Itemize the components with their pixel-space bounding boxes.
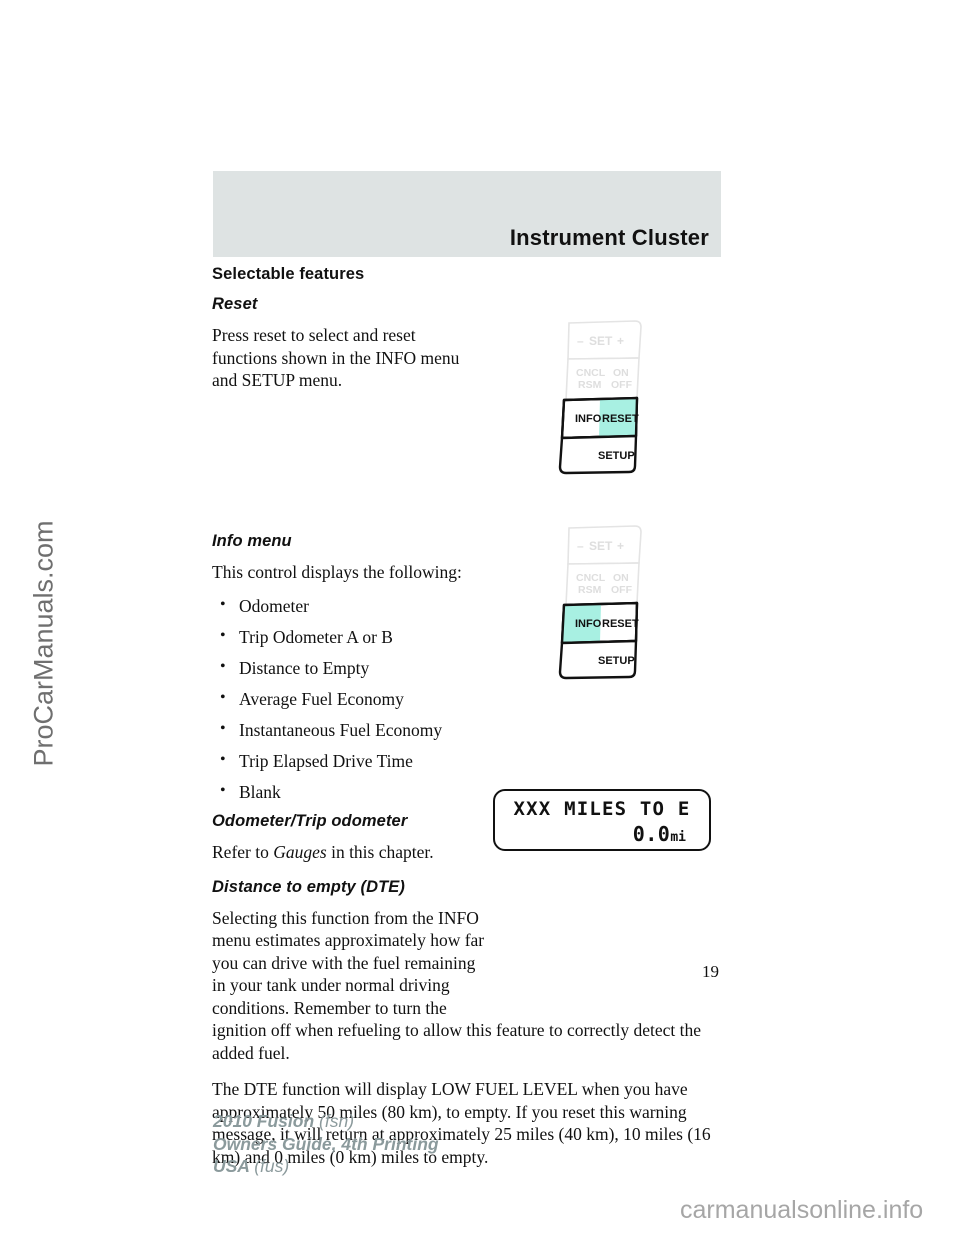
switch-label-info: INFO xyxy=(575,618,602,630)
switch-label-rsm: RSM xyxy=(578,584,602,596)
odometer-text-after: in this chapter. xyxy=(326,842,434,862)
chapter-title: Instrument Cluster xyxy=(509,225,709,250)
heading-dte: Distance to empty (DTE) xyxy=(212,877,405,896)
switch-label-on: ON xyxy=(613,572,629,584)
footer-market-code: (fus) xyxy=(254,1156,290,1176)
switch-label-setup: SETUP xyxy=(598,450,635,462)
footer-line-1: 2010 Fusion (fsn) xyxy=(213,1110,439,1133)
bottom-watermark: carmanualsonline.info xyxy=(680,1196,924,1224)
switch-label-setup: SETUP xyxy=(598,655,635,667)
paragraph-info-intro: This control displays the following: xyxy=(212,561,462,582)
list-item: Instantaneous Fuel Economy xyxy=(212,718,721,741)
lcd-display-illustration: XXX MILES TO E 0.0mi xyxy=(493,789,711,851)
lcd-unit: mi xyxy=(670,830,686,845)
manual-page: ProCarManuals.com carmanualsonline.info … xyxy=(0,0,960,1242)
switch-label-rsm: RSM xyxy=(578,379,602,391)
footer-line-3: USA (fus) xyxy=(213,1155,439,1178)
lcd-value: 0.0 xyxy=(632,822,671,846)
switch-label-reset: RESET xyxy=(602,413,639,425)
switch-illustration-info: – SET + CNCL RSM ON OFF INFO RESET SETUP xyxy=(551,523,671,683)
document-footer: 2010 Fusion (fsn) Owners Guide, 4th Prin… xyxy=(213,1110,439,1178)
footer-model: 2010 Fusion xyxy=(213,1111,315,1131)
switch-label-cncl: CNCL xyxy=(576,572,606,584)
odometer-text-before: Refer to xyxy=(212,842,274,862)
switch-label-off: OFF xyxy=(611,379,633,391)
footer-model-code: (fsn) xyxy=(319,1111,355,1131)
list-item: Average Fuel Economy xyxy=(212,687,721,710)
switch-label-plus: + xyxy=(617,334,624,348)
switch-label-reset: RESET xyxy=(602,618,639,630)
side-watermark: ProCarManuals.com xyxy=(28,520,59,767)
switch-label-off: OFF xyxy=(611,584,633,596)
footer-market: USA xyxy=(213,1156,250,1176)
heading-selectable-features: Selectable features xyxy=(212,265,365,283)
switch-label-on: ON xyxy=(613,367,629,379)
switch-label-info: INFO xyxy=(575,413,602,425)
footer-guide: Owners Guide, 4th Printing xyxy=(213,1133,439,1154)
switch-graphic-info: – SET + CNCL RSM ON OFF INFO RESET SETUP xyxy=(558,525,642,680)
lcd-line-1: XXX MILES TO E xyxy=(513,798,691,820)
switch-label-minus: – xyxy=(577,334,584,348)
switch-label-plus: + xyxy=(617,539,624,553)
heading-reset: Reset xyxy=(212,295,258,313)
chapter-header-banner: Instrument Cluster xyxy=(213,171,721,257)
paragraph-dte-1: Selecting this function from the INFO me… xyxy=(212,907,721,1065)
footer-line-2: Owners Guide, 4th Printing xyxy=(213,1133,439,1156)
switch-label-cncl: CNCL xyxy=(576,367,606,379)
odometer-cross-reference: Gauges xyxy=(273,842,327,862)
switch-label-set: SET xyxy=(589,334,613,348)
switch-illustration-reset: – SET + CNCL RSM ON OFF INFO RESET SETUP xyxy=(551,318,671,478)
switch-label-minus: – xyxy=(577,539,584,553)
switch-label-set: SET xyxy=(589,539,613,553)
lcd-line-2: 0.0mi xyxy=(633,822,686,846)
paragraph-reset: Press reset to select and reset function… xyxy=(212,325,460,390)
page-number: 19 xyxy=(702,962,719,981)
switch-graphic-reset: – SET + CNCL RSM ON OFF INFO RESET SETUP xyxy=(558,320,642,475)
list-item: Trip Elapsed Drive Time xyxy=(212,749,721,772)
